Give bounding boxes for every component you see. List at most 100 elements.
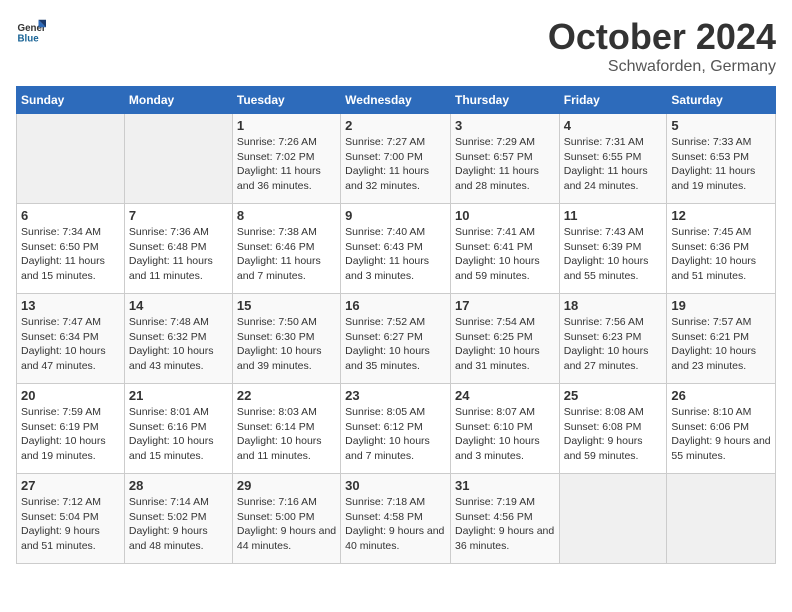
day-info: Sunrise: 7:56 AMSunset: 6:23 PMDaylight:…	[564, 315, 663, 374]
day-info: Sunrise: 8:05 AMSunset: 6:12 PMDaylight:…	[345, 405, 446, 464]
day-number: 21	[129, 388, 228, 403]
day-info: Sunrise: 7:38 AMSunset: 6:46 PMDaylight:…	[237, 225, 336, 284]
day-info: Sunrise: 7:33 AMSunset: 6:53 PMDaylight:…	[671, 135, 771, 194]
day-cell: 8 Sunrise: 7:38 AMSunset: 6:46 PMDaylight…	[232, 204, 340, 294]
day-info: Sunrise: 8:03 AMSunset: 6:14 PMDaylight:…	[237, 405, 336, 464]
title-block: October 2024 Schwaforden, Germany	[548, 16, 776, 76]
day-cell: 25Sunrise: 8:08 AMSunset: 6:08 PMDayligh…	[559, 384, 667, 474]
calendar-table: SundayMondayTuesdayWednesdayThursdayFrid…	[16, 86, 776, 564]
day-cell	[559, 474, 667, 564]
day-number: 1	[237, 118, 336, 133]
day-info: Sunrise: 7:26 AMSunset: 7:02 PMDaylight:…	[237, 135, 336, 194]
day-info: Sunrise: 7:43 AMSunset: 6:39 PMDaylight:…	[564, 225, 663, 284]
page-title: October 2024	[548, 16, 776, 58]
day-info: Sunrise: 7:34 AMSunset: 6:50 PMDaylight:…	[21, 225, 120, 284]
day-number: 8	[237, 208, 336, 223]
day-number: 19	[671, 298, 771, 313]
day-cell: 9Sunrise: 7:40 AMSunset: 6:43 PMDaylight…	[341, 204, 451, 294]
day-number: 4	[564, 118, 663, 133]
day-cell: 15 Sunrise: 7:50 AMSunset: 6:30 PMDayligh…	[232, 294, 340, 384]
day-number: 16	[345, 298, 446, 313]
day-cell: 10 Sunrise: 7:41 AMSunset: 6:41 PMDayligh…	[450, 204, 559, 294]
day-info: Sunrise: 7:14 AMSunset: 5:02 PMDaylight:…	[129, 495, 228, 554]
day-info: Sunrise: 7:45 AMSunset: 6:36 PMDaylight:…	[671, 225, 771, 284]
svg-text:Blue: Blue	[18, 34, 40, 45]
day-info: Sunrise: 7:59 AMSunset: 6:19 PMDaylight:…	[21, 405, 120, 464]
day-info: Sunrise: 7:31 AMSunset: 6:55 PMDaylight:…	[564, 135, 663, 194]
column-header-tuesday: Tuesday	[232, 87, 340, 114]
week-row-1: 1 Sunrise: 7:26 AMSunset: 7:02 PMDaylight…	[17, 114, 776, 204]
day-cell	[17, 114, 125, 204]
day-number: 5	[671, 118, 771, 133]
day-number: 13	[21, 298, 120, 313]
day-number: 18	[564, 298, 663, 313]
day-cell: 27Sunrise: 7:12 AMSunset: 5:04 PMDayligh…	[17, 474, 125, 564]
column-header-monday: Monday	[124, 87, 232, 114]
day-number: 14	[129, 298, 228, 313]
day-number: 24	[455, 388, 555, 403]
day-cell: 13 Sunrise: 7:47 AMSunset: 6:34 PMDayligh…	[17, 294, 125, 384]
header-row: SundayMondayTuesdayWednesdayThursdayFrid…	[17, 87, 776, 114]
day-cell: 26Sunrise: 8:10 AMSunset: 6:06 PMDayligh…	[667, 384, 776, 474]
page-subtitle: Schwaforden, Germany	[548, 58, 776, 76]
day-cell: 18 Sunrise: 7:56 AMSunset: 6:23 PMDayligh…	[559, 294, 667, 384]
day-cell: 1 Sunrise: 7:26 AMSunset: 7:02 PMDaylight…	[232, 114, 340, 204]
day-info: Sunrise: 7:52 AMSunset: 6:27 PMDaylight:…	[345, 315, 446, 374]
column-header-sunday: Sunday	[17, 87, 125, 114]
day-info: Sunrise: 7:54 AMSunset: 6:25 PMDaylight:…	[455, 315, 555, 374]
day-number: 29	[237, 478, 336, 493]
day-cell: 11 Sunrise: 7:43 AMSunset: 6:39 PMDayligh…	[559, 204, 667, 294]
day-number: 7	[129, 208, 228, 223]
day-cell: 23 Sunrise: 8:05 AMSunset: 6:12 PMDayligh…	[341, 384, 451, 474]
day-info: Sunrise: 7:16 AMSunset: 5:00 PMDaylight:…	[237, 495, 336, 554]
day-info: Sunrise: 7:40 AMSunset: 6:43 PMDaylight:…	[345, 225, 446, 284]
day-number: 10	[455, 208, 555, 223]
day-number: 25	[564, 388, 663, 403]
day-number: 6	[21, 208, 120, 223]
week-row-3: 13 Sunrise: 7:47 AMSunset: 6:34 PMDayligh…	[17, 294, 776, 384]
day-number: 15	[237, 298, 336, 313]
page-header: General Blue October 2024 Schwaforden, G…	[16, 16, 776, 76]
day-cell: 19Sunrise: 7:57 AMSunset: 6:21 PMDayligh…	[667, 294, 776, 384]
column-header-friday: Friday	[559, 87, 667, 114]
day-info: Sunrise: 7:19 AMSunset: 4:56 PMDaylight:…	[455, 495, 555, 554]
week-row-5: 27Sunrise: 7:12 AMSunset: 5:04 PMDayligh…	[17, 474, 776, 564]
day-number: 20	[21, 388, 120, 403]
day-number: 27	[21, 478, 120, 493]
day-number: 2	[345, 118, 446, 133]
day-number: 31	[455, 478, 555, 493]
column-header-saturday: Saturday	[667, 87, 776, 114]
day-info: Sunrise: 7:36 AMSunset: 6:48 PMDaylight:…	[129, 225, 228, 284]
day-cell: 14 Sunrise: 7:48 AMSunset: 6:32 PMDayligh…	[124, 294, 232, 384]
day-cell: 22 Sunrise: 8:03 AMSunset: 6:14 PMDayligh…	[232, 384, 340, 474]
day-cell: 7 Sunrise: 7:36 AMSunset: 6:48 PMDaylight…	[124, 204, 232, 294]
day-info: Sunrise: 7:27 AMSunset: 7:00 PMDaylight:…	[345, 135, 446, 194]
day-info: Sunrise: 8:01 AMSunset: 6:16 PMDaylight:…	[129, 405, 228, 464]
day-number: 11	[564, 208, 663, 223]
day-info: Sunrise: 7:48 AMSunset: 6:32 PMDaylight:…	[129, 315, 228, 374]
day-info: Sunrise: 8:10 AMSunset: 6:06 PMDaylight:…	[671, 405, 771, 464]
day-number: 28	[129, 478, 228, 493]
day-info: Sunrise: 7:41 AMSunset: 6:41 PMDaylight:…	[455, 225, 555, 284]
logo-icon: General Blue	[16, 16, 46, 46]
day-cell: 2 Sunrise: 7:27 AMSunset: 7:00 PMDaylight…	[341, 114, 451, 204]
day-cell: 4 Sunrise: 7:31 AMSunset: 6:55 PMDaylight…	[559, 114, 667, 204]
day-cell: 16 Sunrise: 7:52 AMSunset: 6:27 PMDayligh…	[341, 294, 451, 384]
day-number: 12	[671, 208, 771, 223]
day-info: Sunrise: 7:47 AMSunset: 6:34 PMDaylight:…	[21, 315, 120, 374]
day-info: Sunrise: 7:18 AMSunset: 4:58 PMDaylight:…	[345, 495, 446, 554]
day-number: 23	[345, 388, 446, 403]
day-cell: 28 Sunrise: 7:14 AMSunset: 5:02 PMDayligh…	[124, 474, 232, 564]
day-number: 17	[455, 298, 555, 313]
day-info: Sunrise: 8:07 AMSunset: 6:10 PMDaylight:…	[455, 405, 555, 464]
day-cell: 21 Sunrise: 8:01 AMSunset: 6:16 PMDayligh…	[124, 384, 232, 474]
day-cell: 20 Sunrise: 7:59 AMSunset: 6:19 PMDayligh…	[17, 384, 125, 474]
day-cell: 12 Sunrise: 7:45 AMSunset: 6:36 PMDayligh…	[667, 204, 776, 294]
day-cell: 17 Sunrise: 7:54 AMSunset: 6:25 PMDayligh…	[450, 294, 559, 384]
day-cell: 3Sunrise: 7:29 AMSunset: 6:57 PMDaylight…	[450, 114, 559, 204]
logo: General Blue	[16, 16, 48, 46]
day-number: 22	[237, 388, 336, 403]
column-header-wednesday: Wednesday	[341, 87, 451, 114]
day-info: Sunrise: 7:50 AMSunset: 6:30 PMDaylight:…	[237, 315, 336, 374]
day-cell: 29 Sunrise: 7:16 AMSunset: 5:00 PMDayligh…	[232, 474, 340, 564]
